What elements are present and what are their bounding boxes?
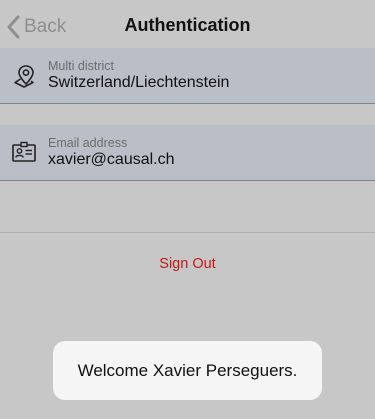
welcome-toast: Welcome Xavier Perseguers.: [53, 341, 322, 400]
multi-district-value: Switzerland/Liechtenstein: [48, 74, 230, 91]
section-divider: [0, 232, 375, 233]
page-title: Authentication: [124, 15, 251, 35]
multi-district-field[interactable]: Multi district Switzerland/Liechtenstein: [0, 48, 375, 104]
sign-out-button[interactable]: Sign Out: [0, 256, 375, 272]
email-field[interactable]: Email address xavier@causal.ch: [0, 125, 375, 181]
multi-district-label: Multi district: [48, 59, 114, 73]
email-label: Email address: [48, 136, 128, 150]
location-pin-icon: [0, 48, 48, 104]
welcome-toast-message: Welcome Xavier Perseguers.: [77, 360, 298, 380]
id-card-icon: [0, 125, 48, 181]
navigation-bar: Back Authentication: [0, 0, 375, 52]
email-value: xavier@causal.ch: [48, 151, 175, 168]
